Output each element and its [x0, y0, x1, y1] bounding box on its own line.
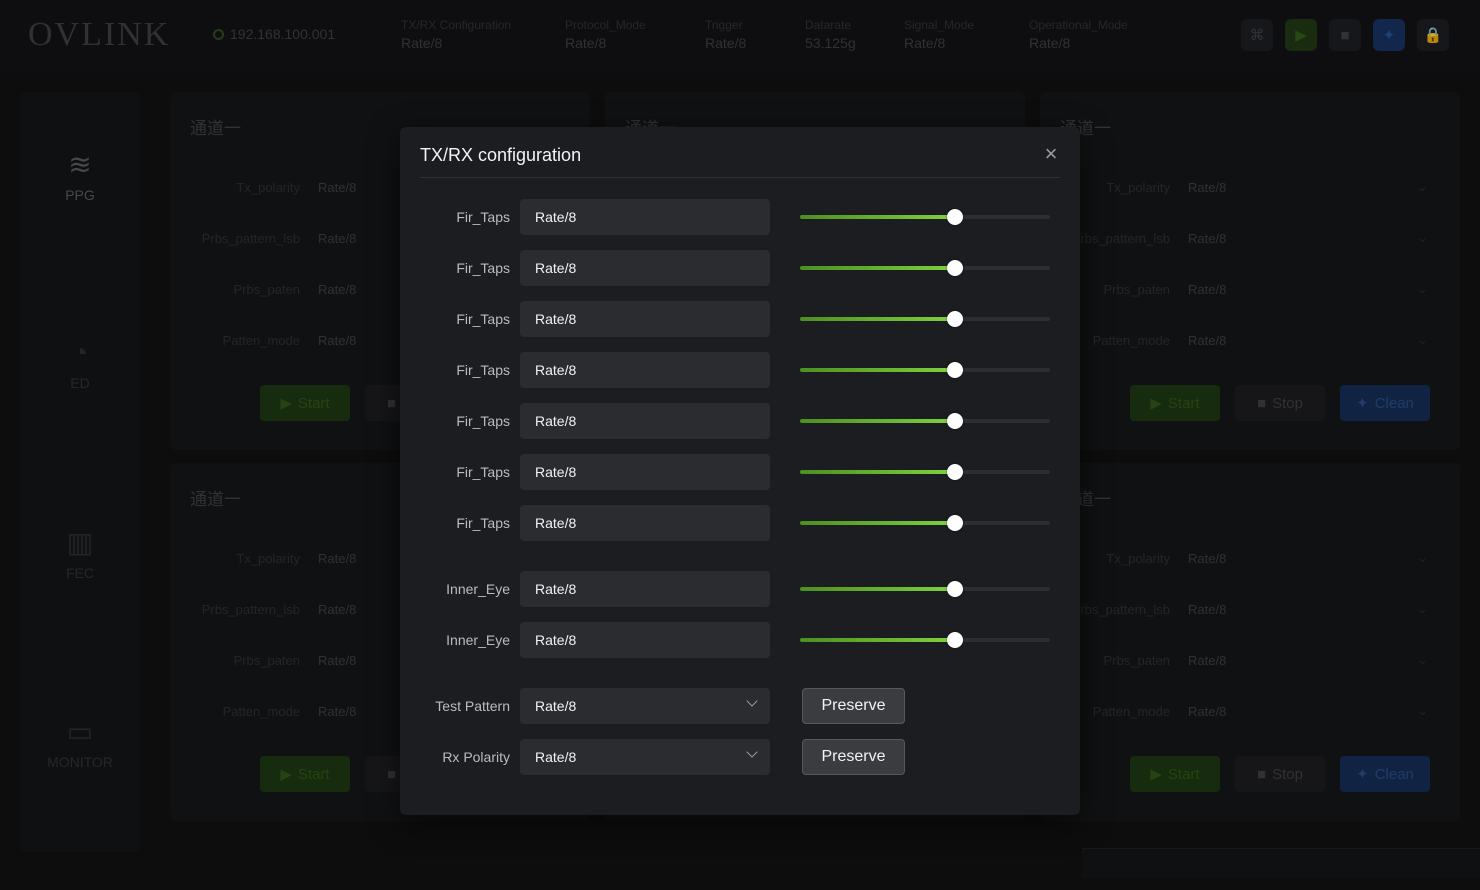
- close-icon[interactable]: ×: [1040, 143, 1062, 165]
- config-label: Fir_Taps: [456, 464, 510, 480]
- config-input[interactable]: Rate/8: [520, 301, 770, 337]
- slider-fill: [800, 521, 955, 525]
- slider-fill: [800, 470, 955, 474]
- config-value: Rate/8: [535, 362, 577, 378]
- config-label: Fir_Taps: [456, 515, 510, 531]
- config-select-row: Rx Polarity Rate/8 Preserve: [400, 739, 1080, 775]
- config-row: Fir_Taps Rate/8: [400, 505, 1080, 541]
- config-value: Rate/8: [535, 260, 577, 276]
- chevron-down-icon: [746, 695, 758, 707]
- slider-fill: [800, 215, 955, 219]
- config-label: Fir_Taps: [456, 209, 510, 225]
- slider-fill: [800, 266, 955, 270]
- slider-thumb[interactable]: [947, 413, 963, 429]
- config-select-row: Test Pattern Rate/8 Preserve: [400, 688, 1080, 724]
- slider-thumb[interactable]: [947, 311, 963, 327]
- slider-fill: [800, 419, 955, 423]
- config-input[interactable]: Rate/8: [520, 571, 770, 607]
- config-input[interactable]: Rate/8: [520, 250, 770, 286]
- config-row: Inner_Eye Rate/8: [400, 571, 1080, 607]
- config-row: Fir_Taps Rate/8: [400, 250, 1080, 286]
- config-value: Rate/8: [535, 311, 577, 327]
- preserve-button[interactable]: Preserve: [802, 688, 905, 724]
- slider-thumb[interactable]: [947, 581, 963, 597]
- slider-fill: [800, 638, 955, 642]
- preserve-button[interactable]: Preserve: [802, 739, 905, 775]
- slider-thumb[interactable]: [947, 632, 963, 648]
- config-value: Rate/8: [535, 464, 577, 480]
- config-row: Fir_Taps Rate/8: [400, 301, 1080, 337]
- config-row: Fir_Taps Rate/8: [400, 454, 1080, 490]
- config-select[interactable]: Rate/8: [520, 739, 770, 775]
- slider-thumb[interactable]: [947, 515, 963, 531]
- config-slider[interactable]: [800, 632, 1050, 648]
- config-value: Rate/8: [535, 209, 577, 225]
- slider-thumb[interactable]: [947, 209, 963, 225]
- config-row: Fir_Taps Rate/8: [400, 352, 1080, 388]
- config-label: Fir_Taps: [456, 362, 510, 378]
- config-slider[interactable]: [800, 581, 1050, 597]
- config-label: Fir_Taps: [456, 311, 510, 327]
- config-slider[interactable]: [800, 311, 1050, 327]
- config-label: Fir_Taps: [456, 413, 510, 429]
- chevron-down-icon: [746, 746, 758, 758]
- slider-thumb[interactable]: [947, 362, 963, 378]
- config-row: Fir_Taps Rate/8: [400, 403, 1080, 439]
- config-select[interactable]: Rate/8: [520, 688, 770, 724]
- config-input[interactable]: Rate/8: [520, 199, 770, 235]
- config-row: Fir_Taps Rate/8: [400, 199, 1080, 235]
- slider-thumb[interactable]: [947, 464, 963, 480]
- config-row: Inner_Eye Rate/8: [400, 622, 1080, 658]
- config-input[interactable]: Rate/8: [520, 505, 770, 541]
- modal-divider: [420, 177, 1060, 178]
- slider-fill: [800, 368, 955, 372]
- config-value: Rate/8: [535, 581, 577, 597]
- config-slider[interactable]: [800, 413, 1050, 429]
- config-label: Fir_Taps: [456, 260, 510, 276]
- config-label: Inner_Eye: [446, 581, 510, 597]
- config-value: Rate/8: [535, 698, 577, 714]
- config-label: Rx Polarity: [442, 749, 510, 765]
- config-value: Rate/8: [535, 413, 577, 429]
- txrx-config-modal: TX/RX configuration × Fir_Taps Rate/8 Fi…: [400, 127, 1080, 815]
- config-slider[interactable]: [800, 362, 1050, 378]
- config-input[interactable]: Rate/8: [520, 352, 770, 388]
- config-value: Rate/8: [535, 632, 577, 648]
- slider-fill: [800, 587, 955, 591]
- config-input[interactable]: Rate/8: [520, 622, 770, 658]
- config-value: Rate/8: [535, 515, 577, 531]
- config-slider[interactable]: [800, 515, 1050, 531]
- config-input[interactable]: Rate/8: [520, 403, 770, 439]
- config-value: Rate/8: [535, 749, 577, 765]
- config-slider[interactable]: [800, 260, 1050, 276]
- config-slider[interactable]: [800, 209, 1050, 225]
- modal-title: TX/RX configuration: [420, 145, 582, 165]
- slider-fill: [800, 317, 955, 321]
- config-input[interactable]: Rate/8: [520, 454, 770, 490]
- config-label: Test Pattern: [435, 698, 510, 714]
- slider-thumb[interactable]: [947, 260, 963, 276]
- config-slider[interactable]: [800, 464, 1050, 480]
- config-label: Inner_Eye: [446, 632, 510, 648]
